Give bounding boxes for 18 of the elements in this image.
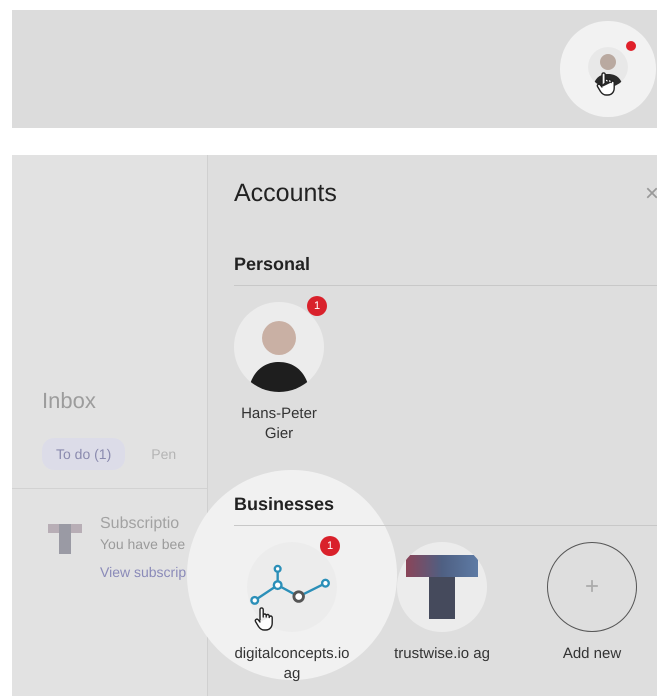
item-title: Subscriptio: [100, 515, 180, 533]
t-logo-icon: [406, 555, 478, 619]
panel-title: Accounts: [234, 179, 337, 208]
hand-pointer-icon: [596, 71, 616, 97]
t-logo-icon: [48, 521, 82, 555]
add-account-button[interactable]: +: [547, 542, 637, 632]
inbox-tab[interactable]: To do (1): [42, 438, 126, 470]
hand-pointer-icon: [254, 606, 274, 632]
item-text: You have bee: [100, 536, 186, 552]
close-button[interactable]: ×: [640, 180, 657, 208]
notification-badge: 1: [307, 296, 327, 316]
inbox-title: Inbox: [42, 388, 97, 414]
account-name: digitalconcepts.io ag: [233, 644, 351, 684]
account-name: Add new: [562, 644, 622, 664]
section-title: Personal: [234, 254, 657, 286]
account-name: trustwise.io ag: [393, 644, 491, 664]
view-link[interactable]: View subscrip: [100, 564, 186, 580]
account-name: Hans-Peter Gier: [240, 404, 318, 444]
